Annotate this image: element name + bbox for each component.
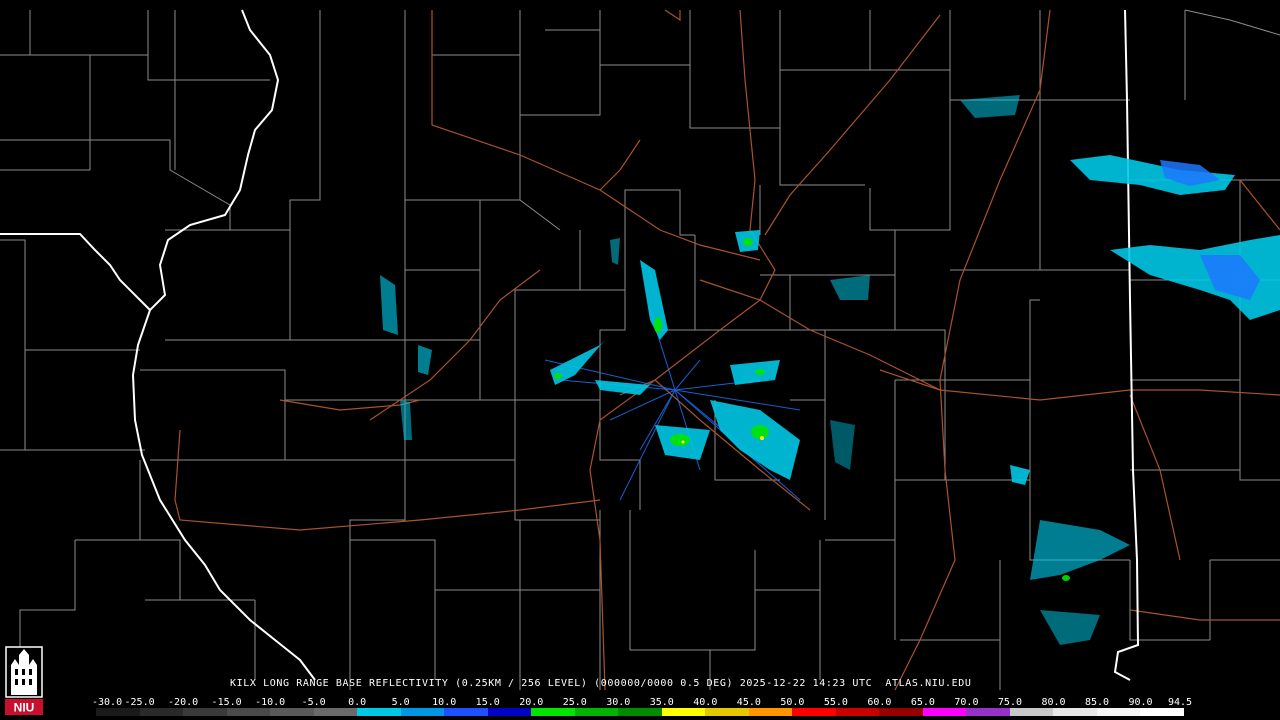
colorbar-segment	[183, 708, 227, 716]
colorbar-tick-label: 60.0	[867, 697, 892, 708]
colorbar-tick-label: -5.0	[301, 697, 326, 708]
colorbar-segment	[226, 708, 271, 716]
colorbar-tick-label: 35.0	[649, 697, 674, 708]
product-caption: KILX LONG RANGE BASE REFLECTIVITY (0.25K…	[230, 678, 972, 689]
colorbar-tick-label: -20.0	[168, 697, 199, 708]
colorbar-tick-label: 90.0	[1128, 697, 1153, 708]
colorbar-segment	[574, 708, 619, 716]
colorbar-tick-label: 30.0	[606, 697, 631, 708]
colorbar-tick-label: 75.0	[997, 697, 1022, 708]
colorbar-segment	[487, 708, 532, 716]
colorbar-tick-label: 65.0	[910, 697, 935, 708]
colorbar-segment	[618, 708, 662, 716]
colorbar-segment	[270, 708, 314, 716]
colorbar-tick-label: 55.0	[823, 697, 848, 708]
radar-map	[0, 0, 1280, 720]
colorbar-segment	[444, 708, 488, 716]
colorbar-segment	[966, 708, 1010, 716]
colorbar-tick-label: 80.0	[1041, 697, 1066, 708]
colorbar-tick-label: -25.0	[124, 697, 155, 708]
colorbar-segment	[835, 708, 880, 716]
colorbar-segment	[1009, 708, 1054, 716]
niu-logo: NIU	[5, 646, 43, 715]
colorbar-segment	[357, 708, 401, 716]
colorbar-tick-label: 70.0	[954, 697, 979, 708]
colorbar-segment	[313, 708, 358, 716]
colorbar-segment	[748, 708, 793, 716]
colorbar-tick-label: -30.0	[92, 697, 123, 708]
colorbar-tick-label: -15.0	[211, 697, 242, 708]
colorbar-segment	[879, 708, 923, 716]
niu-logo-text: NIU	[14, 701, 35, 715]
colorbar-tick-label: 85.0	[1084, 697, 1110, 708]
colorbar-tick-label: 45.0	[736, 697, 761, 708]
colorbar-tick-label: 0.0	[348, 697, 367, 708]
colorbar-tick-label: 94.5	[1168, 697, 1193, 708]
colorbar-tick-label: 15.0	[475, 697, 500, 708]
colorbar-tick-label: 5.0	[391, 697, 410, 708]
colorbar-segment	[661, 708, 706, 716]
colorbar-segment	[96, 708, 140, 716]
reflectivity-color-scale	[96, 708, 1184, 716]
colorbar-tick-label: 50.0	[780, 697, 805, 708]
colorbar-segment	[1140, 708, 1184, 716]
colorbar-tick-label: 20.0	[519, 697, 544, 708]
colorbar-segment	[1096, 708, 1141, 716]
colorbar-segment	[531, 708, 575, 716]
colorbar-segment	[705, 708, 749, 716]
colorbar-tick-label: -10.0	[255, 697, 286, 708]
colorbar-segment	[792, 708, 836, 716]
colorbar-segment	[400, 708, 445, 716]
colorbar-tick-label: 10.0	[432, 697, 457, 708]
colorbar-segment	[139, 708, 184, 716]
colorbar-segment	[922, 708, 967, 716]
colorbar-segment	[1053, 708, 1097, 716]
colorbar-tick-label: 40.0	[693, 697, 718, 708]
colorbar-tick-label: 25.0	[562, 697, 587, 708]
